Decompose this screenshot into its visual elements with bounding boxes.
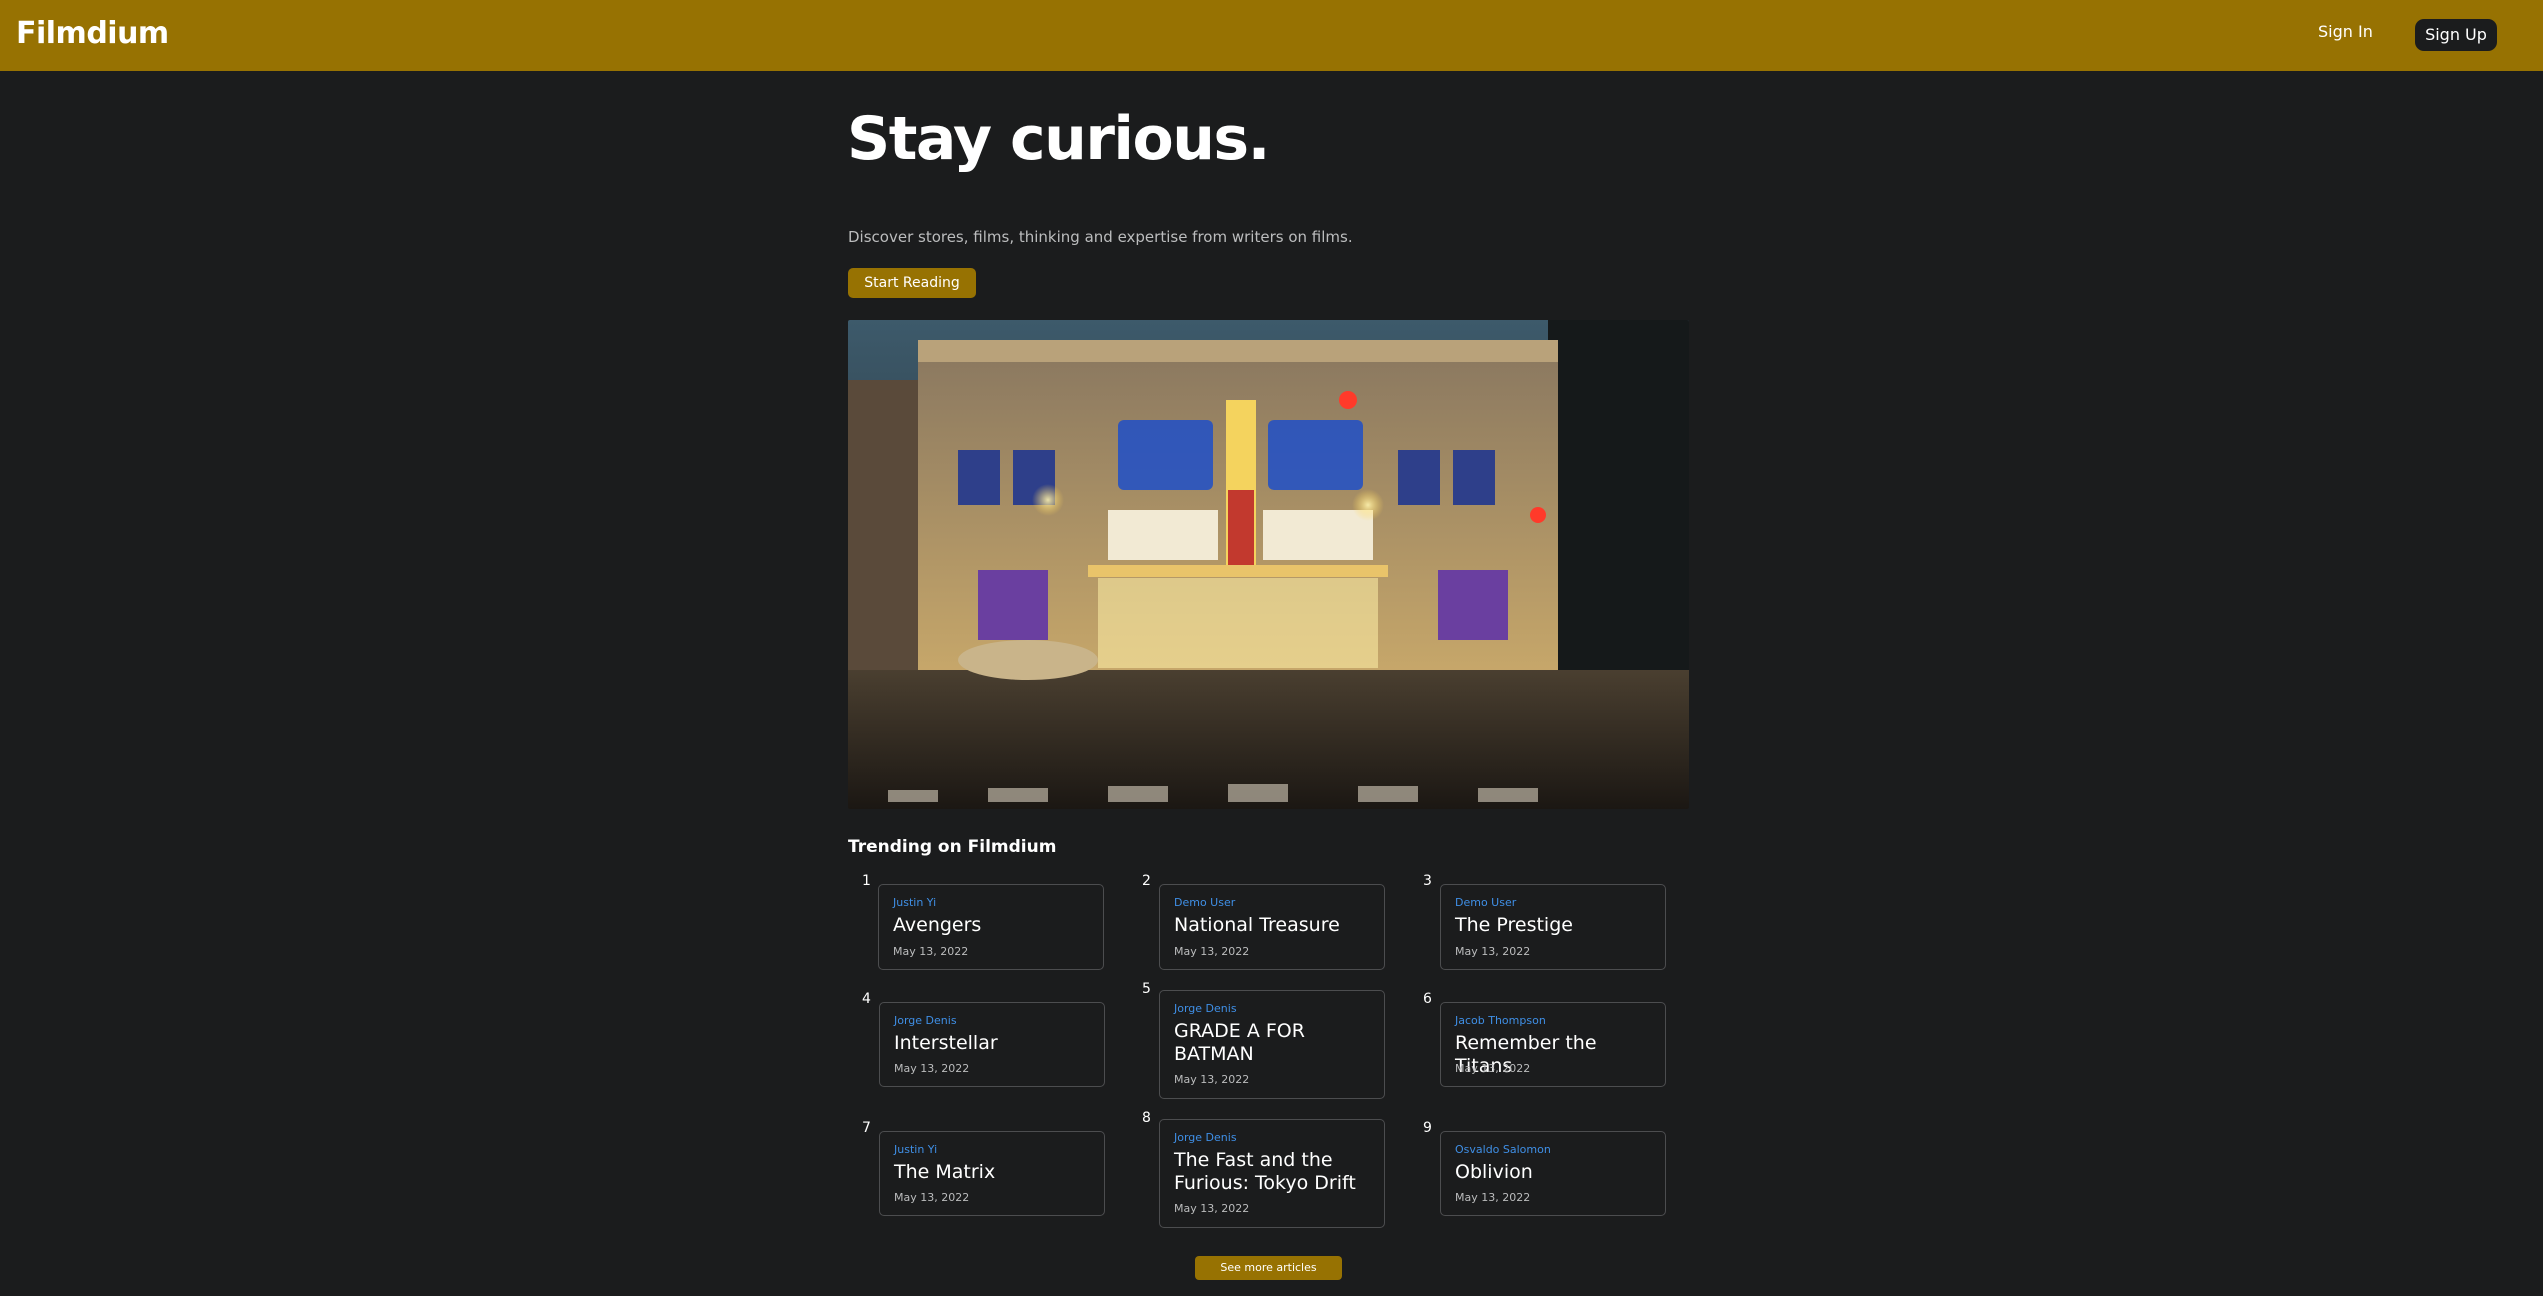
card-title: The Matrix	[894, 1161, 996, 1183]
card-date: May 13, 2022	[1455, 945, 1531, 958]
hero-subtitle: Discover stores, films, thinking and exp…	[848, 228, 1353, 246]
trending-card[interactable]: Jorge Denis GRADE A FOR BATMAN May 13, 2…	[1159, 990, 1385, 1099]
card-date: May 13, 2022	[1174, 945, 1250, 958]
card-author[interactable]: Justin Yi	[893, 896, 936, 909]
card-title: Oblivion	[1455, 1161, 1533, 1183]
trending-rank: 7	[862, 1120, 871, 1136]
top-navbar: Filmdium Sign In Sign Up	[0, 0, 2543, 71]
trending-card[interactable]: Demo User The Prestige May 13, 2022	[1440, 884, 1666, 970]
card-author[interactable]: Jorge Denis	[1174, 1131, 1237, 1144]
card-title: The Fast and the Furious: Tokyo Drift	[1174, 1149, 1356, 1194]
hero-title: Stay curious.	[847, 104, 1270, 174]
sign-in-link[interactable]: Sign In	[2318, 22, 2373, 41]
card-title: Avengers	[893, 914, 982, 936]
card-date: May 13, 2022	[1455, 1191, 1531, 1204]
card-title: The Prestige	[1455, 914, 1573, 936]
trending-card[interactable]: Jorge Denis Interstellar May 13, 2022	[879, 1002, 1105, 1087]
card-author[interactable]: Osvaldo Salomon	[1455, 1143, 1551, 1156]
card-author[interactable]: Jorge Denis	[894, 1014, 957, 1027]
trending-rank: 4	[862, 991, 871, 1007]
trending-card[interactable]: Justin Yi Avengers May 13, 2022	[878, 884, 1104, 970]
trending-card[interactable]: Jacob Thompson Remember the Titans May 1…	[1440, 1002, 1666, 1087]
card-date: May 13, 2022	[893, 945, 969, 958]
card-date: May 13, 2022	[894, 1191, 970, 1204]
card-title: National Treasure	[1174, 914, 1340, 936]
card-author[interactable]: Justin Yi	[894, 1143, 937, 1156]
trending-rank: 3	[1423, 873, 1432, 889]
card-date: May 13, 2022	[1174, 1202, 1250, 1215]
card-author[interactable]: Jorge Denis	[1174, 1002, 1237, 1015]
trending-rank: 9	[1423, 1120, 1432, 1136]
trending-rank: 5	[1142, 981, 1151, 997]
trending-rank: 1	[862, 873, 871, 889]
card-title: Interstellar	[894, 1032, 998, 1054]
trending-card[interactable]: Demo User National Treasure May 13, 2022	[1159, 884, 1385, 970]
card-date: May 13, 2022	[1174, 1073, 1250, 1086]
trending-rank: 2	[1142, 873, 1151, 889]
card-author[interactable]: Demo User	[1174, 896, 1235, 909]
trending-rank: 6	[1423, 991, 1432, 1007]
card-date: May 13, 2022	[1455, 1062, 1531, 1075]
site-logo[interactable]: Filmdium	[16, 16, 169, 51]
trending-card[interactable]: Justin Yi The Matrix May 13, 2022	[879, 1131, 1105, 1216]
see-more-articles-button[interactable]: See more articles	[1195, 1256, 1342, 1280]
card-title: GRADE A FOR BATMAN	[1174, 1020, 1305, 1065]
trending-card[interactable]: Jorge Denis The Fast and the Furious: To…	[1159, 1119, 1385, 1228]
trending-card[interactable]: Osvaldo Salomon Oblivion May 13, 2022	[1440, 1131, 1666, 1216]
trending-heading: Trending on Filmdium	[848, 837, 1057, 857]
hero-image	[848, 320, 1689, 809]
card-author[interactable]: Jacob Thompson	[1455, 1014, 1546, 1027]
trending-rank: 8	[1142, 1110, 1151, 1126]
card-date: May 13, 2022	[894, 1062, 970, 1075]
start-reading-button[interactable]: Start Reading	[848, 268, 976, 298]
card-author[interactable]: Demo User	[1455, 896, 1516, 909]
sign-up-button[interactable]: Sign Up	[2415, 19, 2497, 51]
